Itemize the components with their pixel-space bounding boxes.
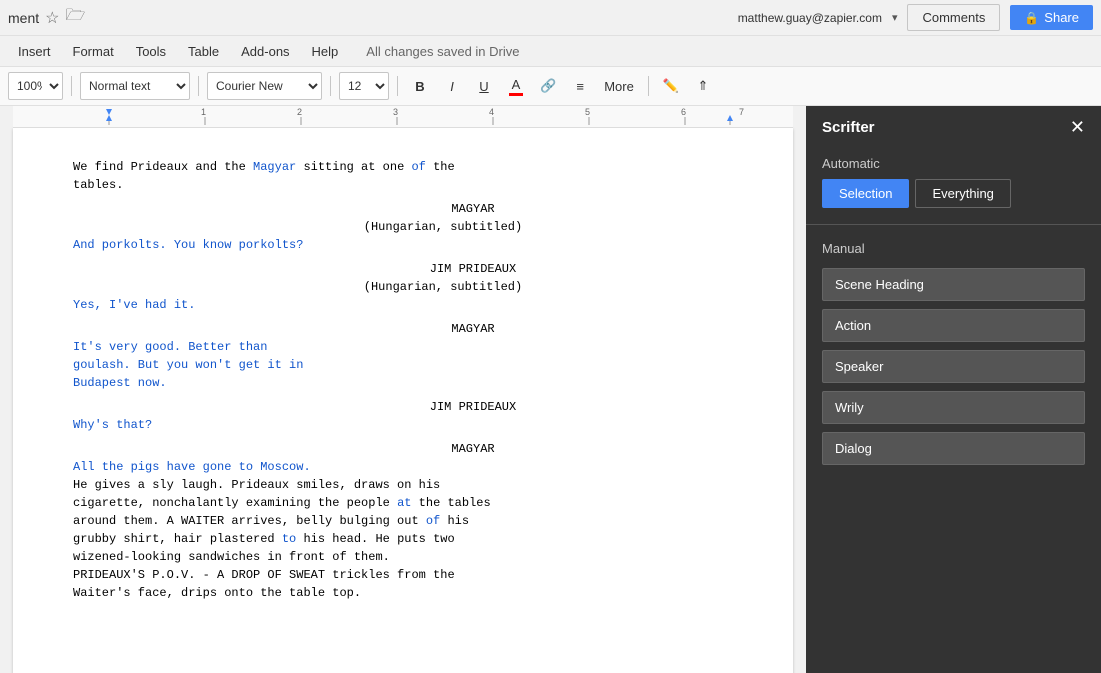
- top-bar-left: ment ☆ 🗁: [8, 4, 85, 31]
- scrifter-close-button[interactable]: ✕: [1070, 118, 1085, 136]
- scene-heading-button[interactable]: Scene Heading: [822, 268, 1085, 301]
- selection-button[interactable]: Selection: [822, 179, 909, 208]
- svg-text:7: 7: [739, 107, 744, 117]
- line-8: Yes, I've had it.: [73, 296, 733, 314]
- line-11: goulash. But you won't get it in: [73, 356, 733, 374]
- wrily-button[interactable]: Wrily: [822, 391, 1085, 424]
- line-7: (Hungarian, subtitled): [73, 278, 733, 296]
- svg-text:3: 3: [393, 107, 398, 117]
- top-bar-right: matthew.guay@zapier.com ▾ Comments 🔒 Sha…: [738, 4, 1093, 31]
- scrifter-automatic-section: Automatic Selection Everything: [806, 148, 1101, 224]
- style-select[interactable]: Normal text: [80, 72, 190, 100]
- toolbar-separator-1: [71, 76, 72, 96]
- dialog-button[interactable]: Dialog: [822, 432, 1085, 465]
- italic-button[interactable]: I: [438, 72, 466, 100]
- line-2: tables.: [73, 176, 733, 194]
- scrifter-title: Scrifter: [822, 119, 875, 136]
- line-10: It's very good. Better than: [73, 338, 733, 356]
- svg-text:4: 4: [489, 107, 494, 117]
- doc-title-area: ment ☆ 🗁: [8, 4, 85, 31]
- doc-title: ment: [8, 10, 39, 26]
- color-bar: [509, 93, 523, 96]
- svg-text:1: 1: [201, 107, 206, 117]
- action-button[interactable]: Action: [822, 309, 1085, 342]
- line-15: MAGYAR: [73, 440, 733, 458]
- menu-bar: Insert Format Tools Table Add-ons Help A…: [0, 36, 1101, 66]
- line-13: JIM PRIDEAUX: [73, 398, 733, 416]
- svg-text:5: 5: [585, 107, 590, 117]
- ruler-svg: 1 2 3 4 5 6 7: [13, 106, 793, 125]
- line-23: Waiter's face, drips onto the table top.: [73, 584, 733, 602]
- menu-tools[interactable]: Tools: [126, 40, 176, 63]
- everything-button[interactable]: Everything: [915, 179, 1010, 208]
- star-icon[interactable]: ☆: [45, 8, 59, 28]
- toolbar-separator-2: [198, 76, 199, 96]
- line-5: And porkolts. You know porkolts?: [73, 236, 733, 254]
- scrifter-manual-section: Manual Scene Heading Action Speaker Wril…: [806, 225, 1101, 481]
- page: We find Prideaux and the Magyar sitting …: [13, 128, 793, 673]
- line-18: cigarette, nonchalantly examining the pe…: [73, 494, 733, 512]
- comments-button[interactable]: Comments: [907, 4, 1000, 31]
- menu-insert[interactable]: Insert: [8, 40, 61, 63]
- line-6: JIM PRIDEAUX: [73, 260, 733, 278]
- list-button[interactable]: ≡: [566, 72, 594, 100]
- line-4: (Hungarian, subtitled): [73, 218, 733, 236]
- user-caret-icon[interactable]: ▾: [892, 11, 898, 24]
- folder-icon[interactable]: 🗁: [65, 4, 85, 31]
- doc-area[interactable]: 1 2 3 4 5 6 7 We find Prideaux and the M…: [0, 106, 806, 673]
- scrifter-header: Scrifter ✕: [806, 106, 1101, 148]
- svg-text:2: 2: [297, 107, 302, 117]
- manual-label: Manual: [822, 241, 1085, 256]
- automatic-label: Automatic: [822, 156, 1085, 171]
- size-select[interactable]: 12: [339, 72, 389, 100]
- line-9: MAGYAR: [73, 320, 733, 338]
- speaker-button[interactable]: Speaker: [822, 350, 1085, 383]
- text-color-button[interactable]: A: [502, 72, 530, 100]
- toolbar-separator-5: [648, 76, 649, 96]
- bold-button[interactable]: B: [406, 72, 434, 100]
- screenplay-content[interactable]: We find Prideaux and the Magyar sitting …: [73, 158, 733, 602]
- line-22: PRIDEAUX'S P.O.V. - A DROP OF SWEAT tric…: [73, 566, 733, 584]
- link-button[interactable]: 🔗: [534, 72, 562, 100]
- menu-format[interactable]: Format: [63, 40, 124, 63]
- toolbar-separator-3: [330, 76, 331, 96]
- line-12: Budapest now.: [73, 374, 733, 392]
- text-color-label: A: [512, 77, 521, 92]
- pen-button[interactable]: ✏️: [657, 72, 685, 100]
- top-bar: ment ☆ 🗁 matthew.guay@zapier.com ▾ Comme…: [0, 0, 1101, 36]
- toolbar: 100% Normal text Courier New 12 B I U A …: [0, 66, 1101, 106]
- user-email: matthew.guay@zapier.com: [738, 11, 882, 25]
- zoom-select[interactable]: 100%: [8, 72, 63, 100]
- toolbar-separator-4: [397, 76, 398, 96]
- ruler: 1 2 3 4 5 6 7: [13, 106, 793, 128]
- collapse-button[interactable]: ⇑: [689, 72, 717, 100]
- menu-table[interactable]: Table: [178, 40, 229, 63]
- line-3: MAGYAR: [73, 200, 733, 218]
- share-label: Share: [1044, 10, 1079, 25]
- lock-icon: 🔒: [1024, 11, 1039, 25]
- share-button[interactable]: 🔒 Share: [1010, 5, 1093, 30]
- more-button[interactable]: More: [598, 72, 640, 100]
- scrifter-panel: Scrifter ✕ Automatic Selection Everythin…: [806, 106, 1101, 673]
- line-1: We find Prideaux and the Magyar sitting …: [73, 158, 733, 176]
- line-16: All the pigs have gone to Moscow.: [73, 458, 733, 476]
- autosave-message: All changes saved in Drive: [366, 44, 519, 59]
- line-17: He gives a sly laugh. Prideaux smiles, d…: [73, 476, 733, 494]
- manual-buttons: Scene Heading Action Speaker Wrily Dialo…: [822, 268, 1085, 465]
- line-20: grubby shirt, hair plastered to his head…: [73, 530, 733, 548]
- font-select[interactable]: Courier New: [207, 72, 322, 100]
- svg-text:6: 6: [681, 107, 686, 117]
- main-area: 1 2 3 4 5 6 7 We find Prideaux and the M…: [0, 106, 1101, 673]
- line-19: around them. A WAITER arrives, belly bul…: [73, 512, 733, 530]
- line-21: wizened-looking sandwiches in front of t…: [73, 548, 733, 566]
- line-14: Why's that?: [73, 416, 733, 434]
- automatic-btn-row: Selection Everything: [822, 179, 1085, 208]
- menu-help[interactable]: Help: [302, 40, 349, 63]
- menu-addons[interactable]: Add-ons: [231, 40, 299, 63]
- underline-button[interactable]: U: [470, 72, 498, 100]
